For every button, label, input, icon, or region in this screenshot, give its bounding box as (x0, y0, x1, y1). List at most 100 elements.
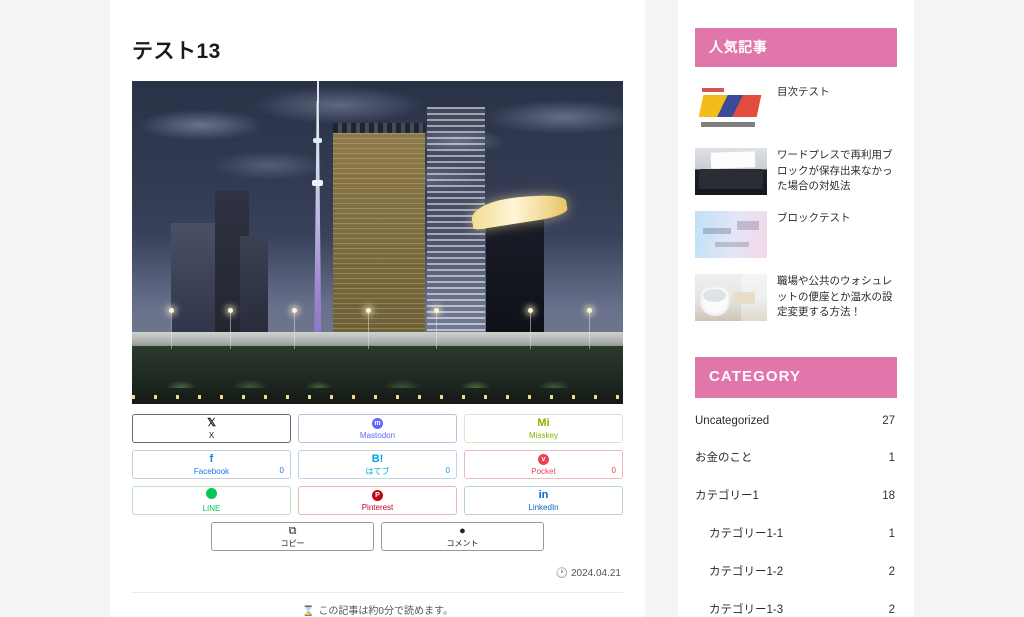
category-count: 1 (888, 451, 895, 464)
adsense-thumbnail (695, 85, 767, 133)
tree-line (132, 355, 623, 389)
popular-article-title: 目次テスト (777, 86, 830, 99)
street-lamp (586, 307, 592, 350)
toilet-thumbnail (695, 274, 767, 322)
category-item-uncategorized[interactable]: Uncategorized 27 (695, 404, 897, 438)
street-lamp (365, 307, 371, 350)
sidebar: 人気記事 目次テスト ワードプレスで再利用ブロックが保存出来なかった場合の対処法 (678, 0, 914, 617)
popular-article-title: ワードプレスで再利用ブロックが保存出来なかった場合の対処法 (777, 149, 893, 192)
share-button-line[interactable]: LINE (132, 486, 291, 516)
category-name: Uncategorized (695, 414, 770, 427)
share-label: Misskey (529, 430, 558, 440)
share-label: Pinterest (361, 503, 394, 513)
popular-article-title: 職場や公共のウォシュレットの便座とか温水の設定変更する方法！ (777, 275, 893, 318)
share-button-pocket[interactable]: v Pocket 0 (464, 450, 623, 480)
share-label: X (208, 430, 215, 440)
share-count: 0 (279, 466, 284, 476)
copy-icon: ⧉ (288, 524, 297, 537)
comment-icon: ● (459, 524, 466, 537)
post-date-value: 2024.04.21 (570, 568, 621, 580)
skytree-spire (316, 81, 319, 103)
facebook-icon: f (209, 452, 214, 465)
share-button-misskey[interactable]: Mi Misskey (464, 414, 623, 444)
share-button-x[interactable]: 𝕏 X (132, 414, 291, 444)
street-lamp (292, 307, 298, 350)
x-icon: 𝕏 (207, 416, 216, 429)
reading-time-bar: ⌛ この記事は約0分で読めます。 (132, 592, 623, 617)
street-lamp (527, 307, 533, 350)
popular-article-item[interactable]: ブロックテスト (695, 203, 897, 266)
category-count: 1 (888, 527, 895, 540)
share-button-facebook[interactable]: f Facebook 0 (132, 450, 291, 480)
popular-article-item[interactable]: ワードプレスで再利用ブロックが保存出来なかった場合の対処法 (695, 140, 897, 203)
action-button-row: ⧉ コピー ● コメント (132, 522, 623, 552)
popular-article-title: ブロックテスト (777, 212, 851, 225)
mastodon-icon: m (372, 417, 383, 430)
category-name: カテゴリー1-1 (709, 527, 784, 540)
category-name: お金のこと (695, 451, 753, 464)
share-button-pinterest[interactable]: P Pinterest (298, 486, 457, 516)
street-lamps (132, 307, 623, 350)
widget-category: CATEGORY Uncategorized 27 お金のこと 1 カテゴリー1… (695, 329, 897, 617)
article-card: テスト13 𝕏 X m Mastodon Mi Misskey f Facebo… (110, 0, 645, 617)
hourglass-icon: ⌛ (301, 606, 315, 617)
page-title: テスト13 (132, 40, 221, 63)
category-name: カテゴリー1 (695, 489, 759, 502)
hatena-icon: B! (371, 452, 384, 465)
category-list: Uncategorized 27 お金のこと 1 カテゴリー1 18 カテゴリー… (695, 398, 897, 617)
article-eyecatch-image (132, 81, 623, 405)
category-count: 27 (882, 414, 895, 427)
share-row-1: 𝕏 X m Mastodon Mi Misskey (132, 414, 623, 444)
widget-popular-articles: 人気記事 目次テスト ワードプレスで再利用ブロックが保存出来なかった場合の対処法 (695, 0, 897, 329)
street-lamp (169, 307, 175, 350)
category-item-1-3[interactable]: カテゴリー1-3 2 (695, 590, 897, 617)
popular-article-item[interactable]: 目次テスト (695, 77, 897, 140)
skytree-lower-deck (312, 179, 324, 186)
share-row-3: LINE P Pinterest in LinkedIn (132, 486, 623, 516)
share-count: 0 (445, 466, 450, 476)
category-name: カテゴリー1-3 (709, 603, 784, 616)
street-lamp (434, 307, 440, 350)
page-root: テスト13 𝕏 X m Mastodon Mi Misskey f Facebo… (0, 0, 1024, 617)
pinterest-icon: P (372, 489, 383, 502)
building-gold (333, 133, 426, 334)
tokyo-skytree (311, 81, 324, 334)
reading-time-text: この記事は約0分で読めます。 (318, 606, 453, 617)
popular-articles-list: 目次テスト ワードプレスで再利用ブロックが保存出来なかった場合の対処法 ブロック… (695, 67, 897, 329)
category-item-1-1[interactable]: カテゴリー1-1 1 (695, 514, 897, 552)
post-date: 🕐 2024.04.21 (132, 551, 623, 592)
share-buttons-section: 𝕏 X m Mastodon Mi Misskey f Facebook 0 B… (132, 404, 623, 552)
share-count: 0 (611, 466, 616, 476)
share-label: Facebook (193, 466, 230, 476)
linkedin-icon: in (538, 488, 549, 501)
category-item-okane[interactable]: お金のこと 1 (695, 438, 897, 476)
share-row-2: f Facebook 0 B! はてブ 0 v Pocket 0 (132, 450, 623, 480)
line-icon (206, 488, 217, 502)
category-name: カテゴリー1-2 (709, 565, 784, 578)
popular-article-item[interactable]: 職場や公共のウォシュレットの便座とか温水の設定変更する方法！ (695, 266, 897, 329)
share-button-hatena[interactable]: B! はてブ 0 (298, 450, 457, 480)
popular-articles-heading: 人気記事 (695, 28, 897, 68)
category-count: 18 (882, 489, 895, 502)
share-label: LINE (202, 504, 221, 514)
comment-button[interactable]: ● コメント (381, 522, 544, 552)
skytree-upper-deck (313, 137, 323, 143)
street-lamp (228, 307, 234, 350)
clock-icon: 🕐 (555, 568, 568, 580)
share-label: はてブ (365, 466, 390, 476)
misskey-icon: Mi (537, 416, 550, 429)
road-lights (132, 395, 623, 400)
share-label: LinkedIn (528, 502, 559, 512)
gradient-thumbnail (695, 211, 767, 259)
copy-url-button[interactable]: ⧉ コピー (211, 522, 374, 552)
category-heading: CATEGORY (695, 357, 897, 398)
category-item-1[interactable]: カテゴリー1 18 (695, 476, 897, 514)
share-button-mastodon[interactable]: m Mastodon (298, 414, 457, 444)
share-button-linkedin[interactable]: in LinkedIn (464, 486, 623, 516)
pocket-icon: v (538, 453, 549, 466)
comment-label: コメント (446, 538, 479, 548)
building-crown (333, 122, 426, 133)
category-item-1-2[interactable]: カテゴリー1-2 2 (695, 552, 897, 590)
category-count: 2 (888, 603, 895, 616)
skytree-shaft (314, 100, 322, 334)
